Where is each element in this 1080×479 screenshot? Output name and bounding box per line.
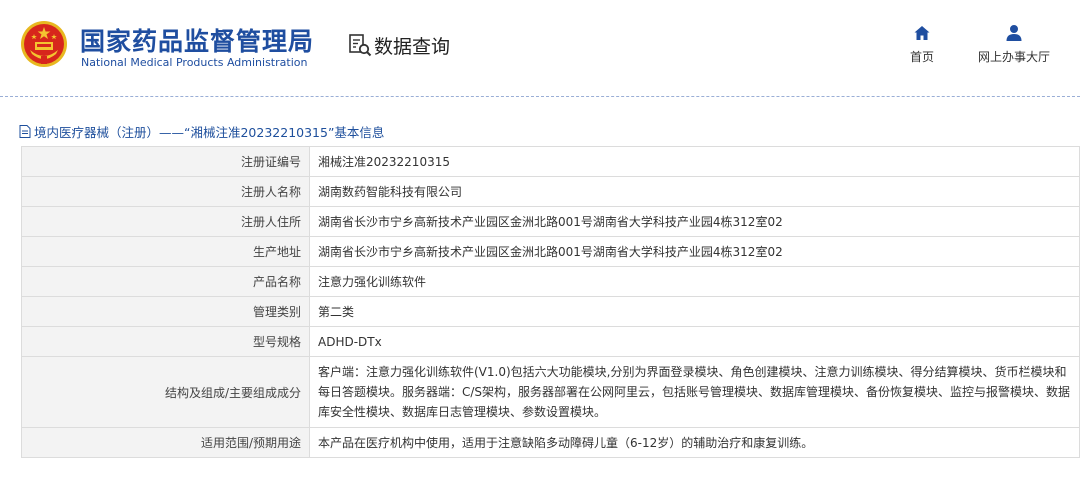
field-value: 客户端：注意力强化训练软件(V1.0)包括六大功能模块,分别为界面登录模块、角色… [309, 356, 1080, 428]
nav-online-hall[interactable]: 网上办事大厅 [968, 24, 1060, 65]
data-query-link[interactable]: 数据查询 [348, 32, 450, 58]
nav-online-hall-label: 网上办事大厅 [977, 50, 1050, 64]
field-value: 第二类 [309, 296, 1080, 327]
nav-home[interactable]: 首页 [897, 24, 947, 65]
field-label: 注册人住所 [21, 206, 310, 237]
field-label: 结构及组成/主要组成成分 [21, 356, 310, 428]
table-row: 注册证编号 湘械注准20232210315 [21, 146, 1080, 177]
field-label: 型号规格 [21, 326, 310, 357]
home-icon [914, 26, 930, 40]
table-row: 管理类别 第二类 [21, 296, 1080, 327]
breadcrumb-text: 境内医疗器械（注册）——“湘械注准20232210315”基本信息 [34, 125, 385, 140]
registration-detail-table: 注册证编号 湘械注准20232210315 注册人名称 湖南数药智能科技有限公司… [21, 146, 1080, 458]
table-row: 适用范围/预期用途 本产品在医疗机构中使用，适用于注意缺陷多动障碍儿童（6-12… [21, 427, 1080, 458]
field-label: 管理类别 [21, 296, 310, 327]
field-label: 注册证编号 [21, 146, 310, 177]
field-value: 湖南省长沙市宁乡高新技术产业园区金洲北路001号湖南省大学科技产业园4栋312室… [309, 236, 1080, 267]
field-value: 本产品在医疗机构中使用，适用于注意缺陷多动障碍儿童（6-12岁）的辅助治疗和康复… [309, 427, 1080, 458]
table-row: 生产地址 湖南省长沙市宁乡高新技术产业园区金洲北路001号湖南省大学科技产业园4… [21, 236, 1080, 267]
breadcrumb: 境内医疗器械（注册）——“湘械注准20232210315”基本信息 [19, 122, 384, 141]
table-row: 产品名称 注意力强化训练软件 [21, 266, 1080, 297]
data-query-label: 数据查询 [374, 35, 451, 58]
table-row: 注册人住所 湖南省长沙市宁乡高新技术产业园区金洲北路001号湖南省大学科技产业园… [21, 206, 1080, 237]
field-label: 生产地址 [21, 236, 310, 267]
field-value: 湖南省长沙市宁乡高新技术产业园区金洲北路001号湖南省大学科技产业园4栋312室… [309, 206, 1080, 237]
data-query-icon [349, 34, 372, 57]
field-value: 湘械注准20232210315 [309, 146, 1080, 177]
field-value: 湖南数药智能科技有限公司 [309, 176, 1080, 207]
brand-title-cn: 国家药品监督管理局 [80, 27, 315, 56]
table-row: 结构及组成/主要组成成分 客户端：注意力强化训练软件(V1.0)包括六大功能模块… [21, 356, 1080, 428]
field-label: 注册人名称 [21, 176, 310, 207]
field-value: 注意力强化训练软件 [309, 266, 1080, 297]
field-label: 适用范围/预期用途 [21, 427, 310, 458]
document-icon [19, 125, 31, 138]
table-row: 型号规格 ADHD-DTx [21, 326, 1080, 357]
site-header: 国家药品监督管理局 National Medical Products Admi… [0, 0, 1080, 94]
field-label: 产品名称 [21, 266, 310, 297]
field-value: ADHD-DTx [309, 326, 1080, 357]
brand-title-en: National Medical Products Administration [81, 56, 308, 69]
user-icon [1006, 25, 1022, 41]
national-emblem-icon [21, 21, 67, 67]
table-row: 注册人名称 湖南数药智能科技有限公司 [21, 176, 1080, 207]
nav-home-label: 首页 [909, 50, 934, 64]
header-divider [0, 96, 1080, 97]
